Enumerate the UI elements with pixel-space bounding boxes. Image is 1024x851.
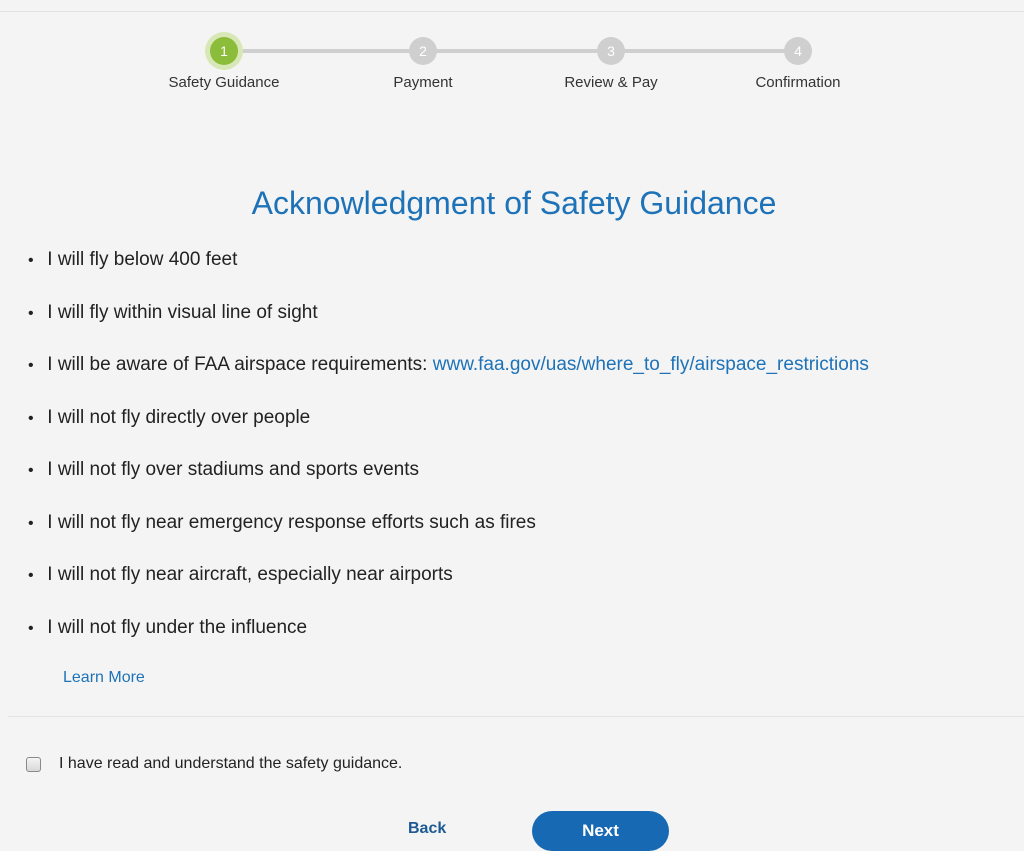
step-label: Payment [393,74,453,91]
bullet-icon: • [28,409,34,427]
step-number: 3 [597,37,625,65]
guidance-text: I will not fly near aircraft, especially… [47,564,453,585]
guidance-text: I will be aware of FAA airspace requirem… [47,354,433,375]
list-item: • I will not fly directly over people [28,403,869,456]
list-item: • I will not fly near aircraft, especial… [28,560,869,613]
acknowledgment-checkbox[interactable] [26,756,41,772]
step-number: 1 [210,37,238,65]
list-item: • I will not fly near emergency response… [28,508,869,561]
bullet-icon: • [28,252,34,269]
list-item: • I will not fly over stadiums and sport… [28,455,869,508]
bullet-icon: • [28,514,34,532]
page-title: Acknowledgment of Safety Guidance [251,185,777,222]
step-number: 2 [409,37,437,65]
guidance-text: I will not fly near emergency response e… [47,511,536,533]
back-button[interactable]: Back [408,820,446,838]
guidance-text: I will not fly directly over people [47,406,311,428]
bullet-icon: • [28,567,34,584]
step-label: Review & Pay [564,74,658,91]
list-item: • I will not fly under the influence [28,613,869,666]
next-button[interactable]: Next [532,811,669,851]
step-confirmation: 4 Confirmation [718,30,878,91]
step-review-pay: 3 Review & Pay [531,30,691,91]
step-safety-guidance: 1 Safety Guidance [144,30,304,91]
learn-more-link[interactable]: Learn More [63,669,145,687]
step-number: 4 [784,37,812,65]
acknowledgment-row: I have read and understand the safety gu… [26,755,402,773]
step-payment: 2 Payment [343,30,503,91]
list-item: • I will be aware of FAA airspace requir… [28,350,869,403]
safety-guidance-list: • I will fly below 400 feet • I will fly… [28,245,869,665]
bullet-icon: • [28,462,34,479]
bullet-icon: • [28,304,34,322]
bullet-icon: • [28,619,34,637]
airspace-restrictions-link[interactable]: www.faa.gov/uas/where_to_fly/airspace_re… [433,354,869,375]
guidance-text: I will fly below 400 feet [47,249,238,270]
progress-stepper: 1 Safety Guidance 2 Payment 3 Review & P… [0,30,1024,110]
guidance-text: I will not fly under the influence [47,616,308,638]
bullet-icon: • [28,357,34,374]
list-item: • I will fly within visual line of sight [28,298,869,351]
list-item: • I will fly below 400 feet [28,245,869,298]
acknowledgment-label[interactable]: I have read and understand the safety gu… [59,755,402,773]
divider [8,716,1024,717]
step-label: Confirmation [755,74,841,91]
guidance-text: I will not fly over stadiums and sports … [47,459,419,480]
top-border [0,0,1024,12]
guidance-text: I will fly within visual line of sight [47,301,318,323]
step-label: Safety Guidance [168,74,280,91]
